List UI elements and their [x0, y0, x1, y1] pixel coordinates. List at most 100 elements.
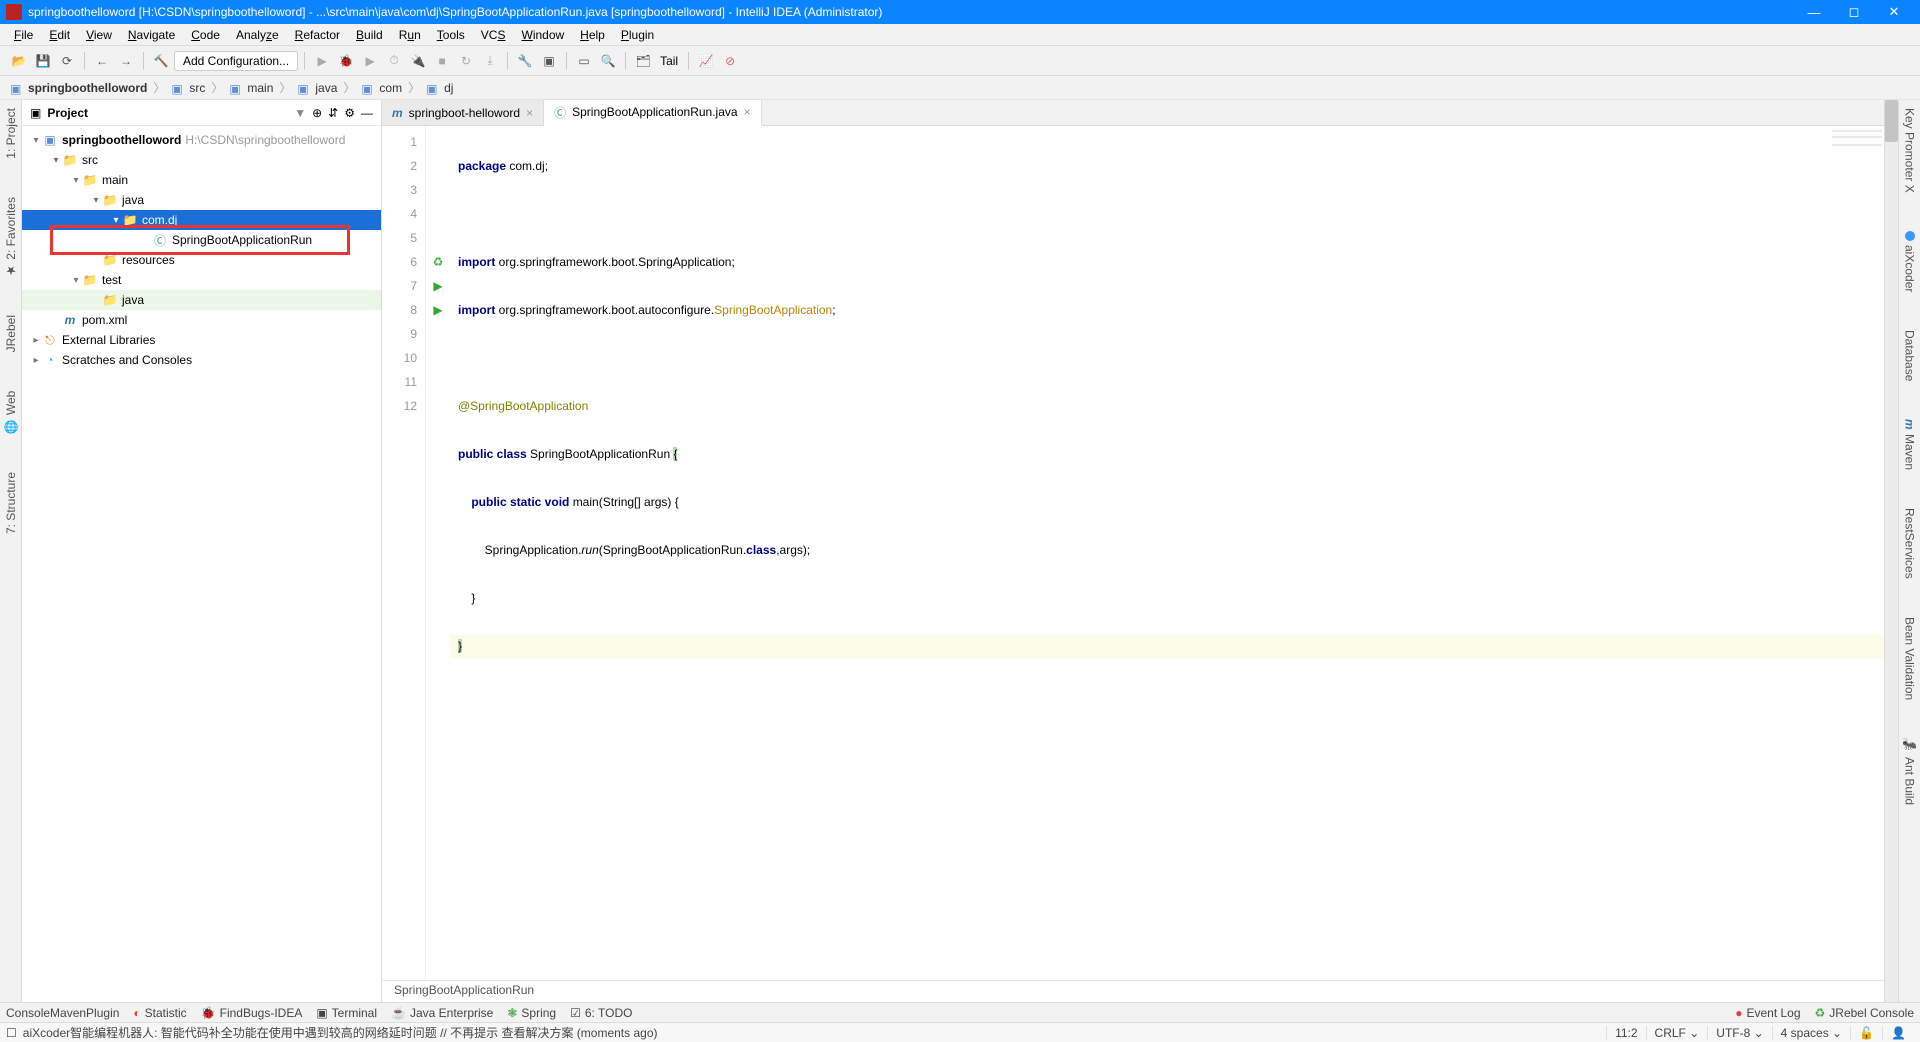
tab-springboot-helloword[interactable]: mspringboot-helloword× [382, 100, 544, 125]
tree-pom[interactable]: mpom.xml [22, 310, 381, 330]
open-icon[interactable]: 📂 [8, 50, 30, 72]
tab-database[interactable]: Database [1903, 326, 1917, 385]
collapse-icon[interactable]: ⇵ [328, 106, 338, 120]
tab-maven[interactable]: mMaven [1903, 415, 1917, 474]
bottom-javaee[interactable]: ☕Java Enterprise [391, 1006, 493, 1020]
status-message[interactable]: aiXcoder智能编程机器人: 智能代码补全功能在使用中遇到较高的网络延时问题… [23, 1024, 1606, 1041]
tab-keypromoter[interactable]: Key Promoter X [1903, 104, 1917, 197]
tab-structure[interactable]: 7: Structure [4, 468, 18, 538]
screen-icon[interactable]: ▭ [573, 50, 595, 72]
bottom-todo[interactable]: ☑6: TODO [570, 1006, 632, 1020]
tab-jrebel[interactable]: JRebel [4, 311, 18, 356]
menu-run[interactable]: Run [391, 28, 429, 42]
profile-icon[interactable]: ⏱ [383, 50, 405, 72]
menu-refactor[interactable]: Refactor [287, 28, 348, 42]
tree-test[interactable]: ▾📁test [22, 270, 381, 290]
code-text[interactable]: package com.dj; import org.springframewo… [450, 126, 1884, 980]
menu-code[interactable]: Code [183, 28, 228, 42]
crumb-src[interactable]: ▣src [167, 81, 209, 95]
close-icon[interactable]: × [744, 105, 751, 119]
close-icon[interactable]: × [526, 106, 533, 120]
tree-scratches[interactable]: ▸◔Scratches and Consoles [22, 350, 381, 370]
tree-root[interactable]: ▾▣springboothellowordH:\CSDN\springbooth… [22, 130, 381, 150]
tree-main[interactable]: ▾📁main [22, 170, 381, 190]
bottom-statistic[interactable]: ◐Statistic [133, 1006, 186, 1020]
hide-icon[interactable]: — [361, 106, 373, 120]
tree-file[interactable]: ⒸSpringBootApplicationRun [22, 230, 381, 250]
status-position[interactable]: 11:2 [1606, 1026, 1645, 1040]
bottom-findbugs[interactable]: 🐞FindBugs-IDEA [201, 1006, 303, 1020]
rerun-icon[interactable]: ↻ [455, 50, 477, 72]
hammer-icon[interactable]: 🔨 [150, 50, 172, 72]
bottom-eventlog[interactable]: ●Event Log [1735, 1006, 1800, 1020]
dump-icon[interactable]: ⤓ [479, 50, 501, 72]
tree-external[interactable]: ▸⎋External Libraries [22, 330, 381, 350]
status-lock-icon[interactable]: 🔓 [1850, 1026, 1882, 1040]
menu-window[interactable]: Window [513, 28, 572, 42]
tail-label[interactable]: Tail [656, 54, 682, 68]
target-icon[interactable]: ⊕ [312, 106, 322, 120]
menu-navigate[interactable]: Navigate [120, 28, 183, 42]
save-icon[interactable]: 💾 [32, 50, 54, 72]
tab-favorites[interactable]: ★2: Favorites [4, 193, 18, 282]
add-configuration[interactable]: Add Configuration... [174, 51, 298, 71]
block-icon[interactable]: ⊘ [719, 50, 741, 72]
gear-icon[interactable]: ⚙ [344, 106, 355, 120]
tree-src[interactable]: ▾📁src [22, 150, 381, 170]
crumb-java[interactable]: ▣java [293, 81, 341, 95]
menu-analyze[interactable]: Analyze [228, 28, 287, 42]
menu-vcs[interactable]: VCS [473, 28, 514, 42]
menu-plugin[interactable]: Plugin [613, 28, 662, 42]
wrench-icon[interactable]: 🔧 [514, 50, 536, 72]
menu-file[interactable]: File [6, 28, 41, 42]
tree-java[interactable]: ▾📁java [22, 190, 381, 210]
code-area[interactable]: 123456789101112 ♻ ▶ ▶ package com.dj; im… [382, 126, 1884, 980]
coverage-icon[interactable]: ▶ [359, 50, 381, 72]
menu-view[interactable]: View [78, 28, 120, 42]
crumb-com[interactable]: ▣com [357, 81, 406, 95]
tab-springbootapplicationrun[interactable]: ⒸSpringBootApplicationRun.java× [544, 100, 761, 126]
stop-icon[interactable]: ■ [431, 50, 453, 72]
run-icon[interactable]: ▶ [311, 50, 333, 72]
breakpoints-icon[interactable]: ▣ [538, 50, 560, 72]
search-icon[interactable]: 🔍 [597, 50, 619, 72]
run-gutter-icon[interactable]: ▶ [426, 274, 450, 298]
menu-tools[interactable]: Tools [429, 28, 473, 42]
status-inspect-icon[interactable]: 👤 [1882, 1026, 1914, 1040]
forward-icon[interactable]: → [115, 50, 137, 72]
menu-help[interactable]: Help [572, 28, 613, 42]
bottom-jrebelconsole[interactable]: ♻JRebel Console [1815, 1006, 1914, 1020]
tab-beanvalidation[interactable]: Bean Validation [1903, 613, 1917, 704]
back-icon[interactable]: ← [91, 50, 113, 72]
bottom-console[interactable]: ConsoleMavenPlugin [6, 1006, 119, 1020]
tab-web[interactable]: 🌐Web [4, 387, 18, 438]
minimize-button[interactable]: — [1794, 5, 1834, 20]
tab-project[interactable]: 1: Project [4, 104, 18, 163]
bottom-terminal[interactable]: ▣Terminal [316, 1006, 377, 1020]
status-eol[interactable]: CRLF ⌄ [1646, 1026, 1708, 1040]
sync-icon[interactable]: ⟳ [56, 50, 78, 72]
debug-icon[interactable]: 🐞 [335, 50, 357, 72]
status-indent[interactable]: 4 spaces ⌄ [1772, 1026, 1850, 1040]
crumb-main[interactable]: ▣main [225, 81, 277, 95]
tree-test-java[interactable]: 📁java [22, 290, 381, 310]
tab-aixcoder[interactable]: aiXcoder [1903, 227, 1917, 296]
menu-build[interactable]: Build [348, 28, 391, 42]
menu-edit[interactable]: Edit [41, 28, 78, 42]
tab-antbuild[interactable]: 🐜Ant Build [1903, 734, 1917, 809]
project-tree[interactable]: ▾▣springboothellowordH:\CSDN\springbooth… [22, 126, 381, 1002]
tree-resources[interactable]: 📁resources [22, 250, 381, 270]
run-gutter-icon[interactable]: ▶ [426, 298, 450, 322]
chart-icon[interactable]: 📈 [695, 50, 717, 72]
tree-package[interactable]: ▾📁com.dj [22, 210, 381, 230]
close-button[interactable]: ✕ [1874, 4, 1914, 20]
minimap[interactable] [1832, 130, 1882, 170]
status-encoding[interactable]: UTF-8 ⌄ [1707, 1026, 1771, 1040]
maximize-button[interactable]: ◻ [1834, 4, 1874, 20]
editor-scrollbar[interactable] [1884, 100, 1898, 1002]
tab-restservices[interactable]: RestServices [1903, 504, 1917, 583]
bottom-spring[interactable]: ❃Spring [507, 1006, 556, 1020]
tail-icon[interactable]: 🗂 [632, 50, 654, 72]
recycle-icon[interactable]: ♻ [426, 250, 450, 274]
crumb-dj[interactable]: ▣dj [422, 81, 457, 95]
